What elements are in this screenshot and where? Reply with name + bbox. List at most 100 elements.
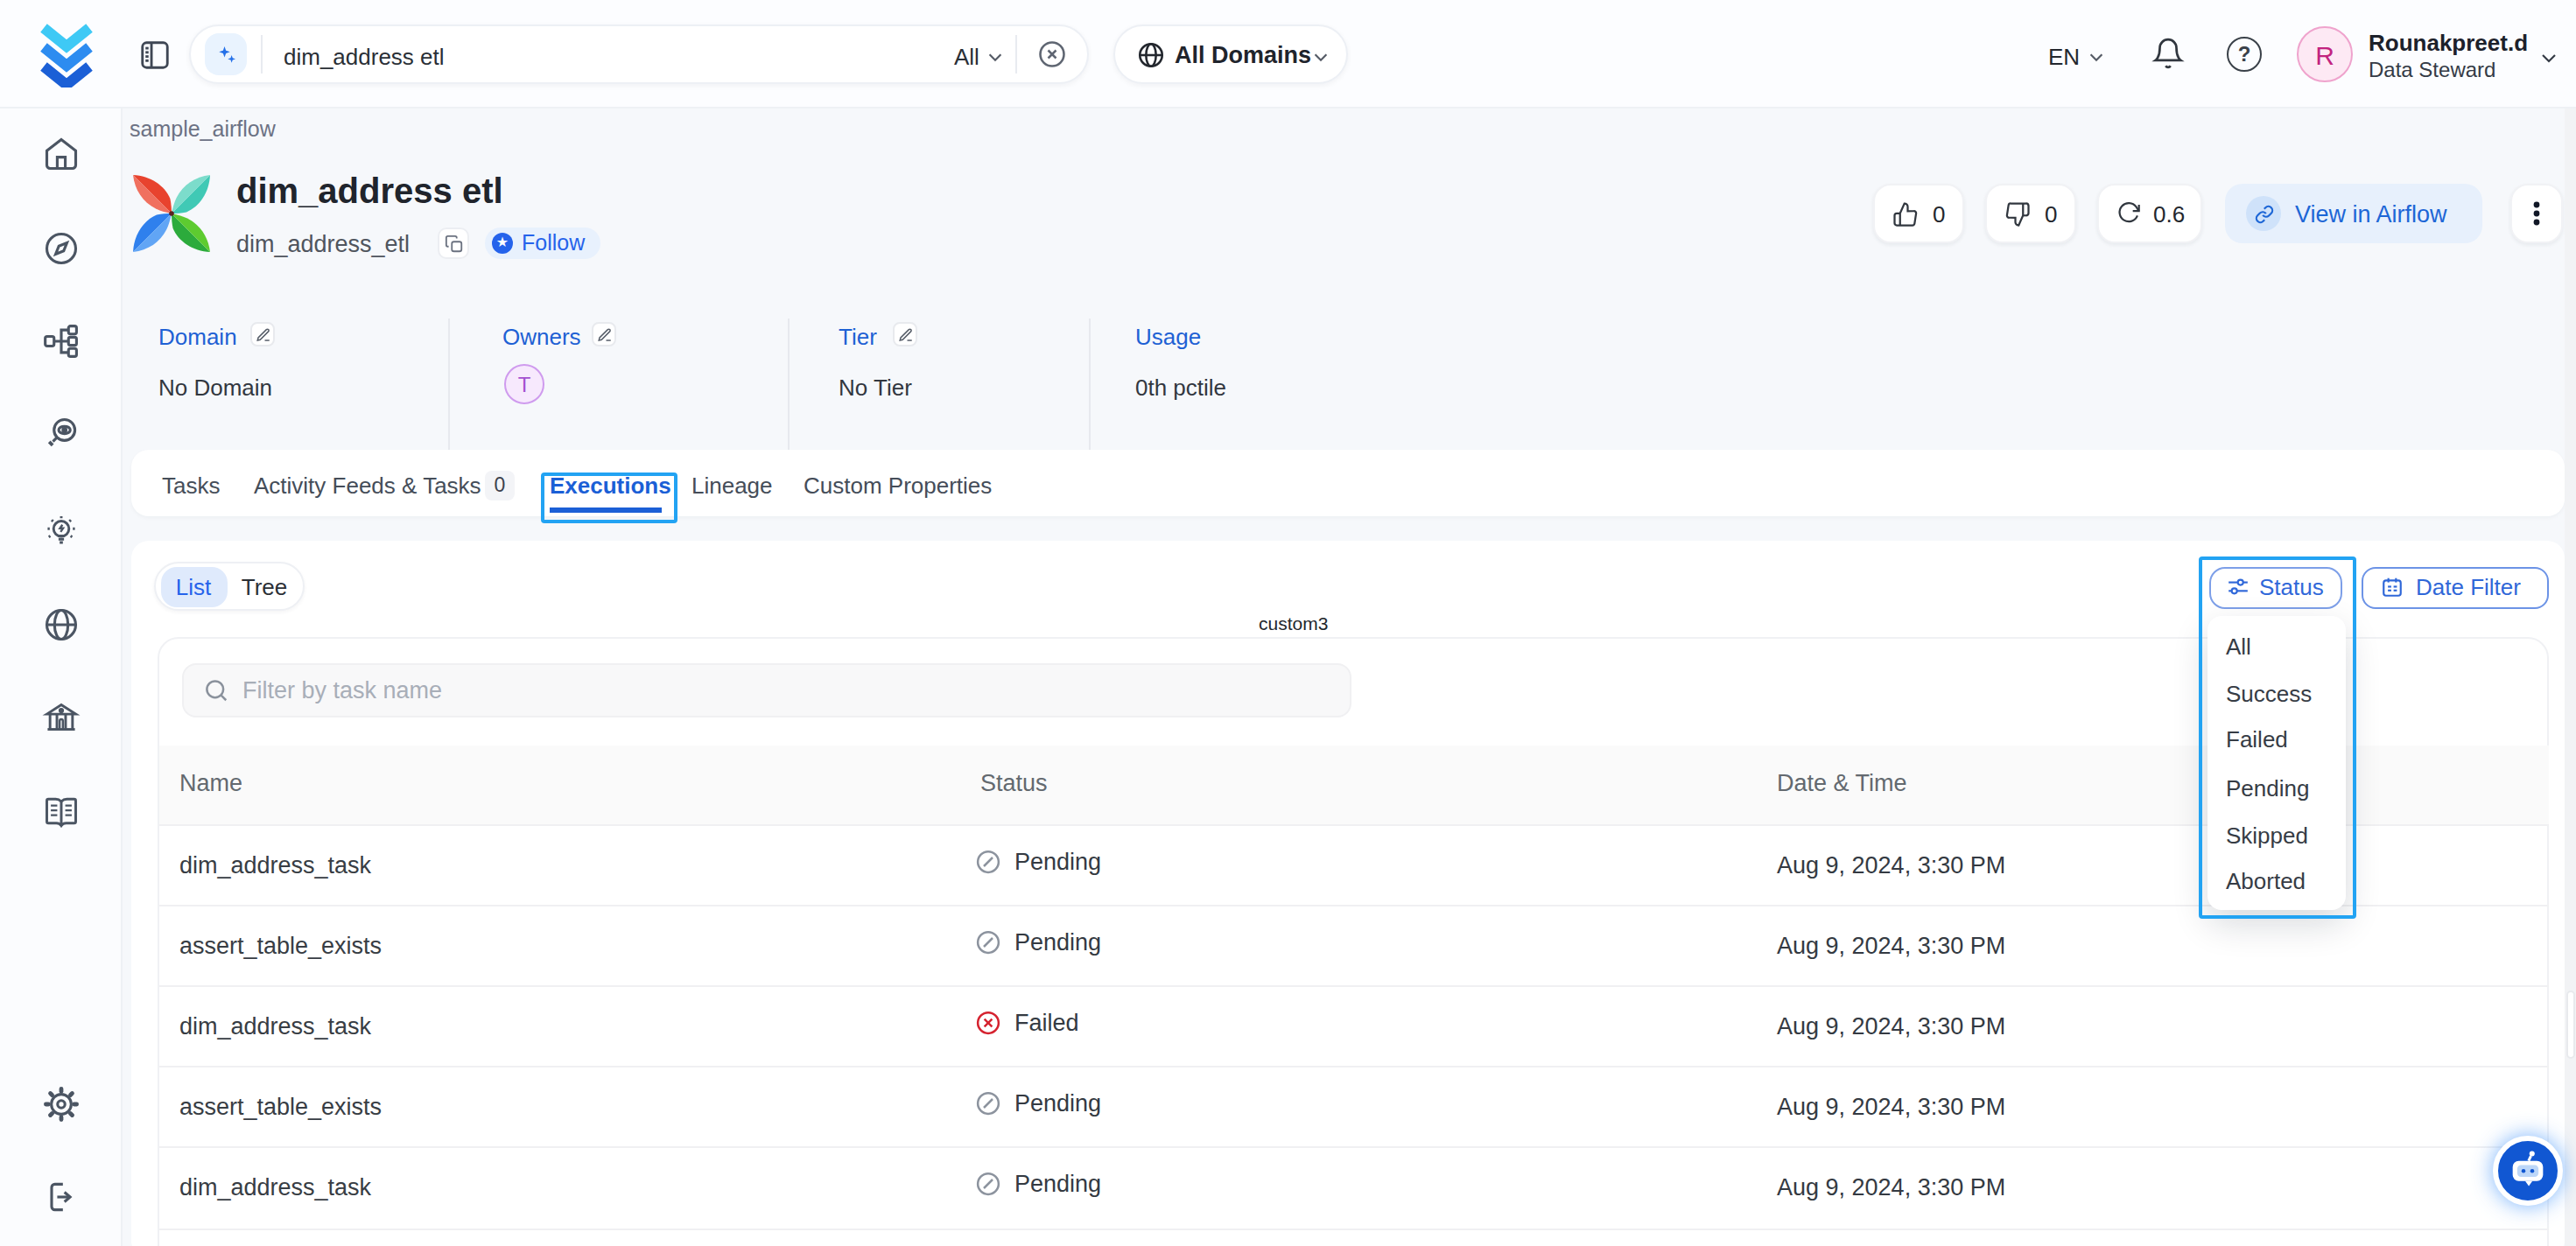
task-name[interactable]: dim_address_task — [179, 851, 371, 878]
chat-bot-button[interactable] — [2493, 1136, 2563, 1206]
app-logo[interactable] — [37, 21, 96, 88]
chevron-down-icon — [986, 47, 1005, 66]
help-icon[interactable]: ? — [2227, 37, 2262, 72]
pending-icon — [974, 849, 1000, 875]
tab-activity-feeds[interactable]: Activity Feeds & Tasks — [254, 472, 481, 499]
kebab-menu-icon — [2524, 200, 2549, 228]
search-scope-select[interactable]: All — [954, 43, 979, 69]
status-cell: Pending — [974, 929, 1101, 956]
executions-tab-highlight-box — [540, 472, 677, 522]
task-name[interactable]: dim_address_task — [179, 1173, 371, 1200]
row-divider — [158, 1228, 2548, 1229]
edit-tier-button[interactable] — [893, 322, 917, 346]
settings-gear-icon[interactable] — [42, 1085, 81, 1124]
date-filter-button[interactable]: Date Filter — [2362, 566, 2548, 609]
row-divider — [158, 823, 2548, 825]
chevron-down-icon — [1311, 47, 1330, 66]
govern-bank-icon[interactable] — [42, 700, 81, 738]
edit-domain-button[interactable] — [250, 322, 275, 346]
insights-lightbulb-icon[interactable] — [42, 513, 81, 551]
view-in-airflow-button[interactable]: View in Airflow — [2225, 184, 2482, 243]
tab-lineage[interactable]: Lineage — [691, 472, 773, 499]
divider — [788, 318, 790, 458]
search-input[interactable]: dim_address etl — [284, 43, 445, 69]
domain-value: No Domain — [158, 374, 272, 400]
chevron-down-icon[interactable] — [2538, 47, 2559, 68]
divider — [1089, 318, 1091, 458]
tree-view-button[interactable]: Tree — [233, 566, 296, 606]
ai-search-icon[interactable] — [205, 33, 247, 75]
entity-name: dim_address_etl — [236, 230, 410, 256]
executions-table-container — [158, 636, 2549, 1246]
link-icon — [2246, 196, 2281, 231]
clear-search-icon[interactable] — [1036, 38, 1068, 70]
usage-label: Usage — [1135, 323, 1201, 349]
airflow-logo — [126, 168, 217, 259]
execution-date: Aug 9, 2024, 3:30 PM — [1777, 1173, 2005, 1200]
version-history-icon — [2116, 201, 2141, 226]
home-icon[interactable] — [42, 135, 81, 173]
tab-custom-properties[interactable]: Custom Properties — [804, 472, 992, 499]
follow-button[interactable]: ★ Follow — [485, 228, 600, 258]
status-cell: Pending — [974, 1171, 1101, 1197]
language-selector[interactable]: EN — [2048, 43, 2080, 69]
search-divider — [261, 35, 263, 74]
custom-property-label: custom3 — [1259, 612, 1328, 634]
status-cell: Pending — [974, 1090, 1101, 1116]
failed-icon — [974, 1010, 1000, 1036]
upvote-button[interactable]: 0 — [1873, 184, 1964, 243]
tab-tasks[interactable]: Tasks — [162, 472, 220, 499]
user-avatar[interactable]: R — [2297, 26, 2353, 82]
downvote-button[interactable]: 0 — [1985, 184, 2076, 243]
owner-avatar[interactable]: T — [504, 364, 544, 404]
task-filter-input[interactable]: Filter by task name — [181, 662, 1351, 718]
lineage-flow-icon[interactable] — [42, 322, 81, 360]
search-icon — [202, 677, 228, 704]
scrollbar-track — [2565, 108, 2576, 1246]
row-divider — [158, 1066, 2548, 1068]
star-icon: ★ — [492, 233, 513, 254]
status-cell: Pending — [974, 849, 1101, 875]
table-header — [158, 745, 2548, 823]
domains-globe-icon[interactable] — [42, 606, 81, 644]
owners-label[interactable]: Owners — [502, 323, 581, 349]
chevron-down-icon — [2087, 47, 2106, 66]
execution-date: Aug 9, 2024, 3:30 PM — [1777, 851, 2005, 878]
list-view-button[interactable]: List — [160, 566, 227, 606]
activity-count-badge: 0 — [485, 470, 515, 500]
task-name[interactable]: dim_address_task — [179, 1012, 371, 1039]
sidebar-toggle-icon[interactable] — [138, 38, 172, 72]
tier-label[interactable]: Tier — [839, 323, 877, 349]
execution-date: Aug 9, 2024, 3:30 PM — [1777, 932, 2005, 958]
glossary-book-icon[interactable] — [42, 793, 81, 831]
observability-search-icon[interactable] — [42, 415, 81, 453]
domain-label[interactable]: Domain — [158, 323, 237, 349]
breadcrumb[interactable]: sample_airflow — [130, 117, 276, 142]
edit-owners-button[interactable] — [592, 322, 616, 346]
more-options-button[interactable] — [2510, 184, 2563, 243]
notifications-bell-icon[interactable] — [2151, 37, 2185, 70]
pending-icon — [974, 1171, 1000, 1197]
scrollbar-thumb[interactable] — [2565, 990, 2574, 1059]
execution-date: Aug 9, 2024, 3:30 PM — [1777, 1093, 2005, 1119]
task-name[interactable]: assert_table_exists — [179, 932, 382, 958]
calendar-icon — [2381, 577, 2404, 599]
execution-date: Aug 9, 2024, 3:30 PM — [1777, 1012, 2005, 1039]
copy-name-button[interactable] — [438, 228, 469, 259]
column-header-status: Status — [980, 770, 1048, 796]
row-divider — [158, 904, 2548, 906]
user-name: Rounakpreet.d — [2369, 30, 2528, 56]
tier-value: No Tier — [839, 374, 912, 400]
row-divider — [158, 1147, 2548, 1149]
column-header-name: Name — [179, 770, 242, 796]
status-cell: Failed — [974, 1010, 1079, 1036]
search-divider-2 — [1015, 35, 1017, 74]
explore-compass-icon[interactable] — [42, 229, 81, 268]
domain-selector-label: All Domains — [1175, 42, 1311, 68]
thumbs-up-icon — [1892, 200, 1919, 227]
divider — [448, 318, 450, 458]
logout-icon[interactable] — [42, 1178, 81, 1216]
version-button[interactable]: 0.6 — [2097, 184, 2202, 243]
task-name[interactable]: assert_table_exists — [179, 1093, 382, 1119]
user-role: Data Steward — [2369, 58, 2495, 82]
